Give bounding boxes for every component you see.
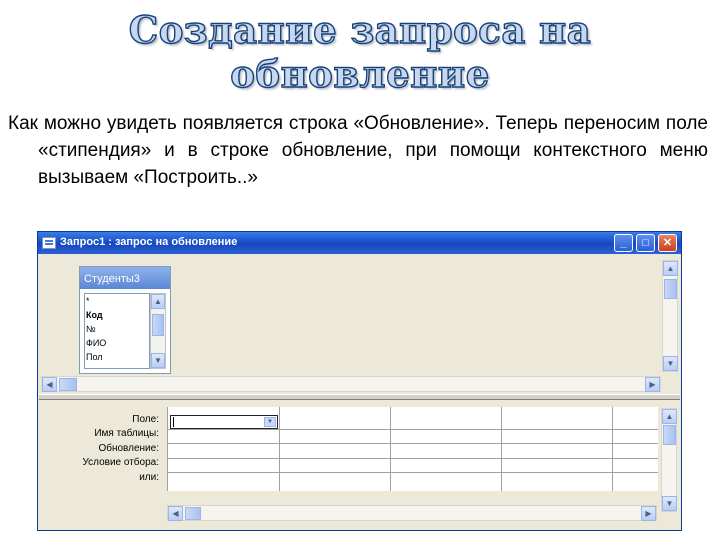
field-pol[interactable]: Пол xyxy=(86,350,149,364)
scroll-thumb[interactable] xyxy=(663,425,676,445)
upper-vertical-scrollbar[interactable]: ▲ ▼ xyxy=(662,260,678,372)
table-studenty3[interactable]: Студенты3 * Код № ФИО Пол ▲ ▼ xyxy=(79,266,171,374)
field-list-scrollbar[interactable]: ▲ ▼ xyxy=(150,293,166,369)
scroll-up-icon[interactable]: ▲ xyxy=(662,409,677,424)
scroll-up-icon[interactable]: ▲ xyxy=(663,261,678,276)
lower-horizontal-scrollbar[interactable]: ◀ ▶ xyxy=(167,505,657,521)
scroll-thumb[interactable] xyxy=(185,507,201,520)
scroll-up-icon[interactable]: ▲ xyxy=(151,294,165,309)
query-window: Запрос1 : запрос на обновление _ □ ✕ Сту… xyxy=(37,231,682,531)
scroll-right-icon[interactable]: ▶ xyxy=(641,506,656,521)
scroll-thumb[interactable] xyxy=(664,279,677,299)
row-label-or: или: xyxy=(139,472,159,483)
table-name[interactable]: Студенты3 xyxy=(80,267,170,289)
lower-vertical-scrollbar[interactable]: ▲ ▼ xyxy=(661,408,677,512)
field-all[interactable]: * xyxy=(86,294,149,308)
field-select[interactable]: ▼ xyxy=(170,415,278,429)
design-grid-pane: Поле: Имя таблицы: Обновление: Условие о… xyxy=(39,400,680,530)
window-title: Запрос1 : запрос на обновление xyxy=(60,236,238,248)
upper-horizontal-scrollbar[interactable]: ◀ ▶ xyxy=(41,376,661,392)
row-label-update: Обновление: xyxy=(98,443,159,454)
table-pane: Студенты3 * Код № ФИО Пол ▲ ▼ ▲ ▼ ◀ ▶ xyxy=(39,254,680,394)
scroll-down-icon[interactable]: ▼ xyxy=(151,353,165,368)
row-label-criteria: Условие отбора: xyxy=(82,457,159,468)
row-label-table-name: Имя таблицы: xyxy=(94,428,159,439)
scroll-thumb[interactable] xyxy=(59,378,77,391)
dropdown-arrow-icon[interactable]: ▼ xyxy=(264,417,276,427)
scroll-down-icon[interactable]: ▼ xyxy=(663,356,678,371)
slide-text: Как можно увидеть появляется строка «Обн… xyxy=(8,113,708,188)
scroll-left-icon[interactable]: ◀ xyxy=(168,506,183,521)
scroll-down-icon[interactable]: ▼ xyxy=(662,496,677,511)
text-cursor xyxy=(173,417,174,427)
query-icon xyxy=(42,237,56,249)
field-kod[interactable]: Код xyxy=(86,308,149,322)
close-button[interactable]: ✕ xyxy=(658,234,677,252)
scroll-right-icon[interactable]: ▶ xyxy=(645,377,660,392)
design-grid[interactable]: ▼ xyxy=(167,407,658,491)
slide-title: Создание запроса на обновление xyxy=(128,7,592,96)
field-list: * Код № ФИО Пол xyxy=(84,293,150,369)
field-number[interactable]: № xyxy=(86,322,149,336)
maximize-button[interactable]: □ xyxy=(636,234,655,252)
row-label-pole: Поле: xyxy=(132,414,159,425)
minimize-button[interactable]: _ xyxy=(614,234,633,252)
field-fio[interactable]: ФИО xyxy=(86,336,149,350)
scroll-left-icon[interactable]: ◀ xyxy=(42,377,57,392)
scroll-thumb[interactable] xyxy=(152,314,164,336)
window-titlebar[interactable]: Запрос1 : запрос на обновление _ □ ✕ xyxy=(38,232,681,254)
